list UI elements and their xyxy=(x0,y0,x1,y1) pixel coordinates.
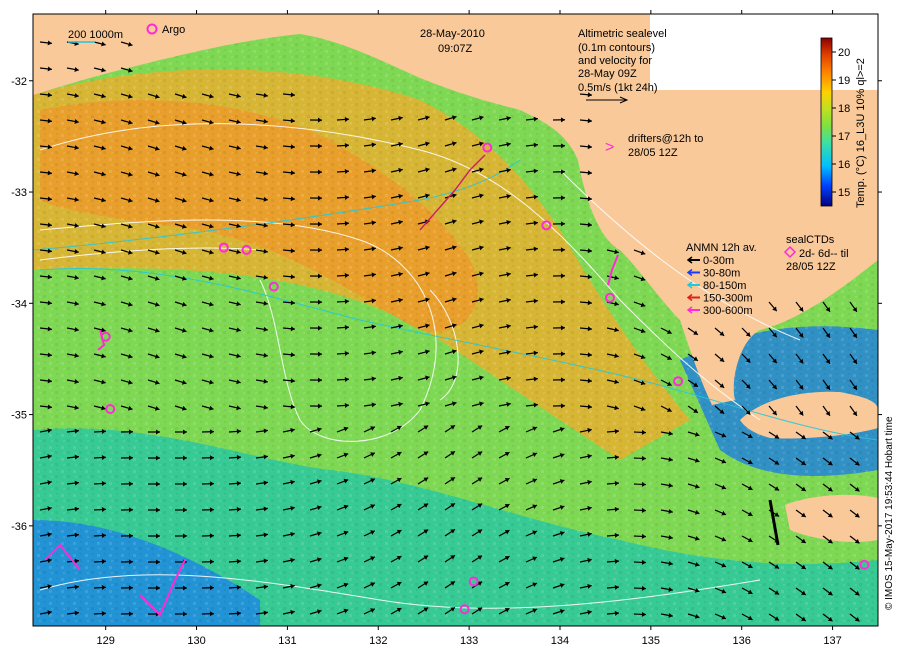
y-tick-label: -32 xyxy=(11,76,27,88)
x-tick-label: 137 xyxy=(823,635,841,647)
x-tick-label: 130 xyxy=(187,635,205,647)
x-tick-label: 135 xyxy=(642,635,660,647)
x-tick-label: 129 xyxy=(97,635,115,647)
altimetry-line-3: and velocity for xyxy=(578,55,652,67)
altimetry-line-2: (0.1m contours) xyxy=(578,42,655,54)
drifter-legend-line-2: 28/05 12Z xyxy=(628,147,678,159)
credit-text: © IMOS 15-May-2017 19:53:44 Hobart time xyxy=(884,416,895,610)
y-tick-label: -35 xyxy=(11,410,27,422)
colorbar-tick-label: 18 xyxy=(838,103,850,115)
colorbar-tick-label: 15 xyxy=(838,187,850,199)
altimetry-line-1: Altimetric sealevel xyxy=(578,28,667,40)
drifter-legend-line-1: drifters@12h to xyxy=(628,133,703,145)
x-tick-label: 133 xyxy=(460,635,478,647)
contour-legend-label: 200 1000m xyxy=(68,29,123,41)
map-date: 28-May-2010 xyxy=(420,28,485,40)
anmn-legend-title: ANMN 12h av. xyxy=(686,242,757,254)
map-area xyxy=(33,14,878,626)
map-time: 09:07Z xyxy=(438,43,473,55)
colorbar-tick-label: 17 xyxy=(838,131,850,143)
anmn-legend-label: 0-30m xyxy=(703,255,734,267)
altimetry-line-4: 28-May 09Z xyxy=(578,68,637,80)
x-tick-label: 136 xyxy=(733,635,751,647)
anmn-legend-label: 300-600m xyxy=(703,305,753,317)
anmn-legend-label: 30-80m xyxy=(703,268,740,280)
colorbar-title: Temp. (°C) 16_L3U 10% ql>=2 xyxy=(855,58,867,208)
x-tick-label: 134 xyxy=(551,635,569,647)
sealctd-legend-line-1: 2d- 6d-- til xyxy=(799,248,849,260)
sealctd-legend-title: sealCTDs xyxy=(786,234,835,246)
colorbar xyxy=(820,37,833,207)
colorbar-tick-label: 19 xyxy=(838,75,850,87)
altimetry-line-5: 0.5m/s (1kt 24h) xyxy=(578,82,657,94)
sealctd-legend-line-2: 28/05 12Z xyxy=(786,261,836,273)
x-tick-label: 132 xyxy=(369,635,387,647)
argo-legend-label: Argo xyxy=(162,24,185,36)
y-tick-label: -34 xyxy=(11,298,27,310)
drifter-legend-symbol: > xyxy=(605,139,614,156)
x-tick-label: 131 xyxy=(278,635,296,647)
sst-map: 129 130 131 132 133 134 135 136 137 -32 -33 -34 -35… xyxy=(11,10,895,647)
colorbar-tick-label: 20 xyxy=(838,47,850,59)
y-tick-label: -36 xyxy=(11,521,27,533)
colorbar-tick-label: 16 xyxy=(838,159,850,171)
anmn-legend-label: 80-150m xyxy=(703,280,746,292)
anmn-legend-label: 150-300m xyxy=(703,293,753,305)
y-tick-label: -33 xyxy=(11,187,27,199)
